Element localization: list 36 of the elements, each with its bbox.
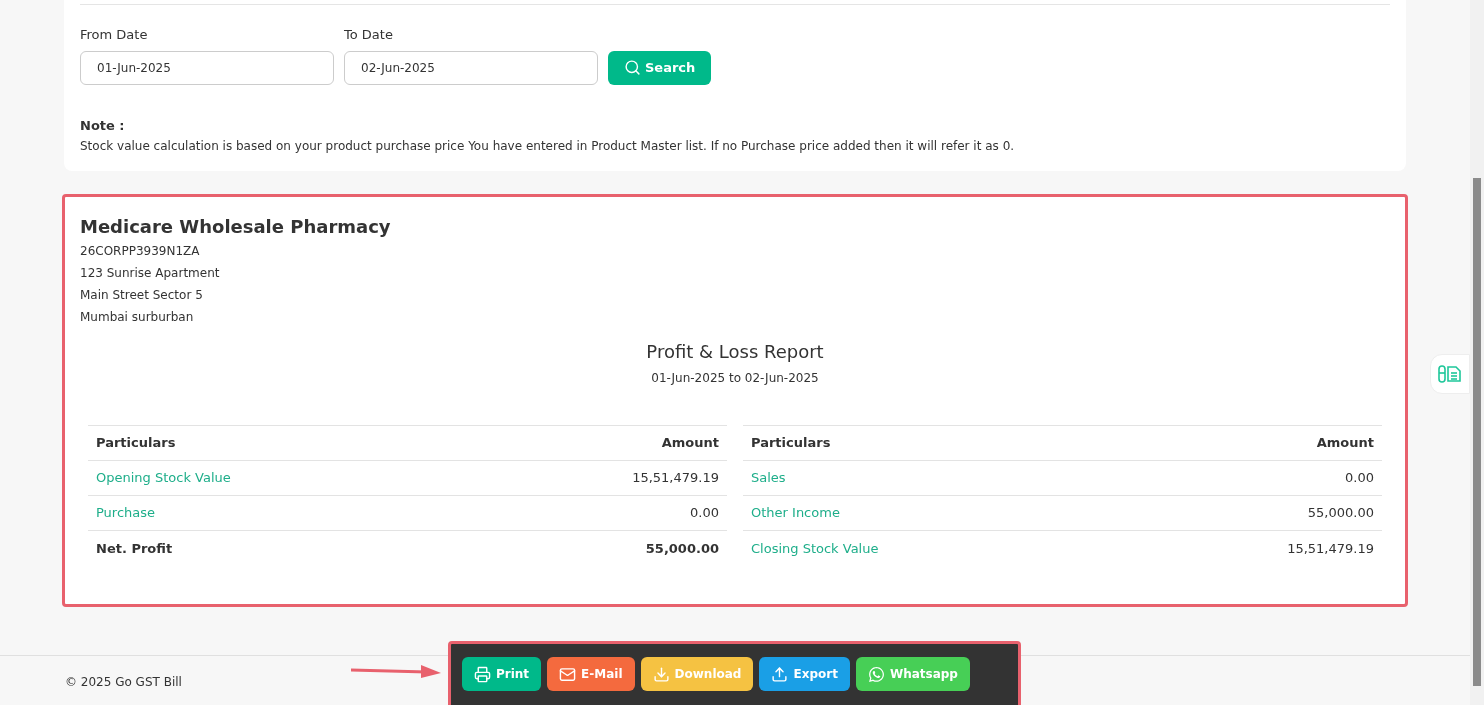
field-label: From Date: [80, 26, 149, 44]
company-name: Medicare Wholesale Pharmacy: [80, 215, 392, 239]
column-header: Amount: [661, 434, 719, 453]
note-text: Stock value calculation is based on your product purchase price You have entered in Product Master list. If no Purchase price added then it will refer it as 0.: [80, 138, 1016, 155]
report-title: Profit & Loss Report: [646, 340, 824, 364]
company-detail: 123 Sunrise Apartment: [80, 265, 221, 282]
table-cell-text: 55,000.00: [1307, 504, 1374, 523]
export-button[interactable]: Export: [759, 657, 850, 691]
company-detail: Main Street Sector 5: [80, 287, 204, 304]
download-button[interactable]: Download: [640, 657, 754, 691]
particular-link[interactable]: Opening Stock Value: [96, 468, 231, 488]
table-cell-text: Net. Profit: [96, 539, 173, 558]
copyright-text: © 2025 Go GST Bill: [65, 674, 182, 691]
print-button[interactable]: Print: [462, 657, 542, 691]
table-cell-text: 0.00: [1345, 469, 1374, 488]
particular-link[interactable]: Purchase: [96, 503, 156, 523]
note-title: Note :: [80, 116, 126, 135]
company-detail: Mumbai surburban: [80, 309, 195, 326]
column-header: Particulars: [96, 434, 176, 453]
table-cell-text: 0.00: [690, 504, 719, 523]
particular-link[interactable]: Closing Stock Value: [751, 538, 879, 559]
field-label: To Date: [344, 26, 394, 44]
particular-link[interactable]: Other Income: [751, 503, 840, 523]
column-header: Amount: [1316, 434, 1374, 453]
date-field[interactable]: 02-Jun-2025: [344, 50, 598, 85]
search-button[interactable]: Search: [608, 50, 712, 85]
column-header: Particulars: [751, 434, 831, 453]
email-button[interactable]: E-Mail: [547, 657, 635, 691]
date-field[interactable]: 01-Jun-2025: [80, 50, 334, 85]
table-cell-text: 55,000.00: [645, 539, 719, 558]
table-cell-text: 15,51,479.19: [1287, 539, 1374, 558]
particular-link[interactable]: Sales: [751, 468, 786, 488]
company-detail: 26CORPP3939N1ZA: [80, 243, 201, 260]
table-cell-text: 15,51,479.19: [632, 469, 719, 488]
report-period: 01-Jun-2025 to 02-Jun-2025: [651, 370, 819, 387]
whatsapp-button[interactable]: Whatsapp: [855, 657, 970, 691]
